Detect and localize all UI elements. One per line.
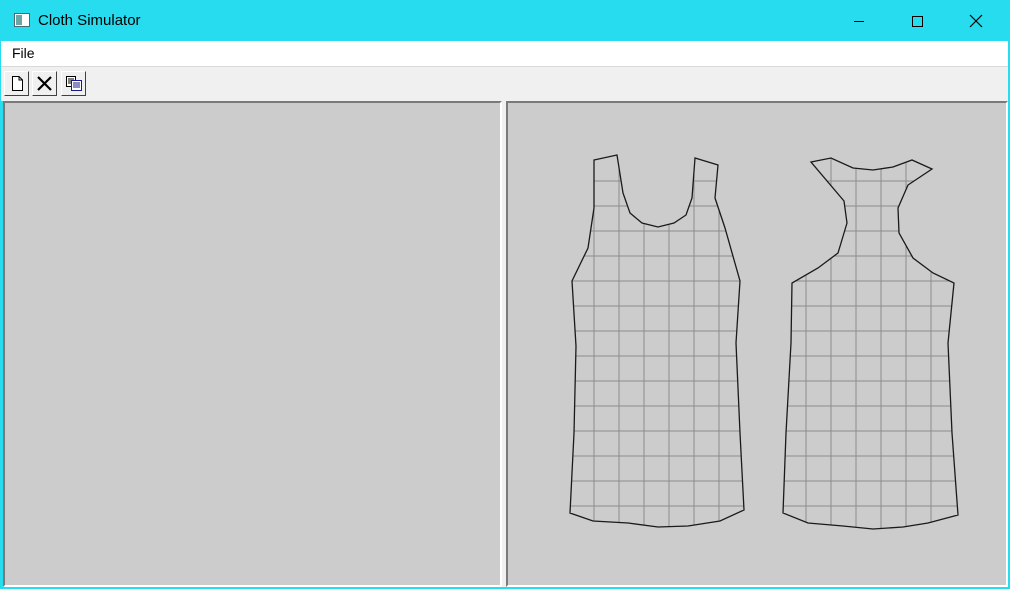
pattern-viewport[interactable] <box>506 101 1008 587</box>
copy-button[interactable] <box>61 71 86 96</box>
menu-bar: File <box>1 41 1008 66</box>
maximize-icon <box>912 15 923 27</box>
title-bar: Cloth Simulator <box>0 0 1010 41</box>
minimize-icon <box>854 20 864 22</box>
toolbar <box>1 66 1008 101</box>
delete-button[interactable] <box>32 71 57 96</box>
front-panel[interactable] <box>558 143 758 543</box>
new-document-icon <box>11 76 23 91</box>
menu-file[interactable]: File <box>12 45 35 61</box>
close-button[interactable] <box>947 0 1005 41</box>
maximize-button[interactable] <box>888 0 946 41</box>
simulation-viewport[interactable] <box>3 101 502 587</box>
back-panel[interactable] <box>768 143 978 543</box>
window-title: Cloth Simulator <box>38 12 141 29</box>
pattern-canvas <box>558 143 978 543</box>
copy-icon <box>65 76 82 91</box>
delete-icon <box>37 76 52 91</box>
app-window-icon[interactable] <box>14 13 30 27</box>
new-button[interactable] <box>4 71 29 96</box>
close-icon <box>969 14 983 27</box>
minimize-button[interactable] <box>830 0 888 41</box>
